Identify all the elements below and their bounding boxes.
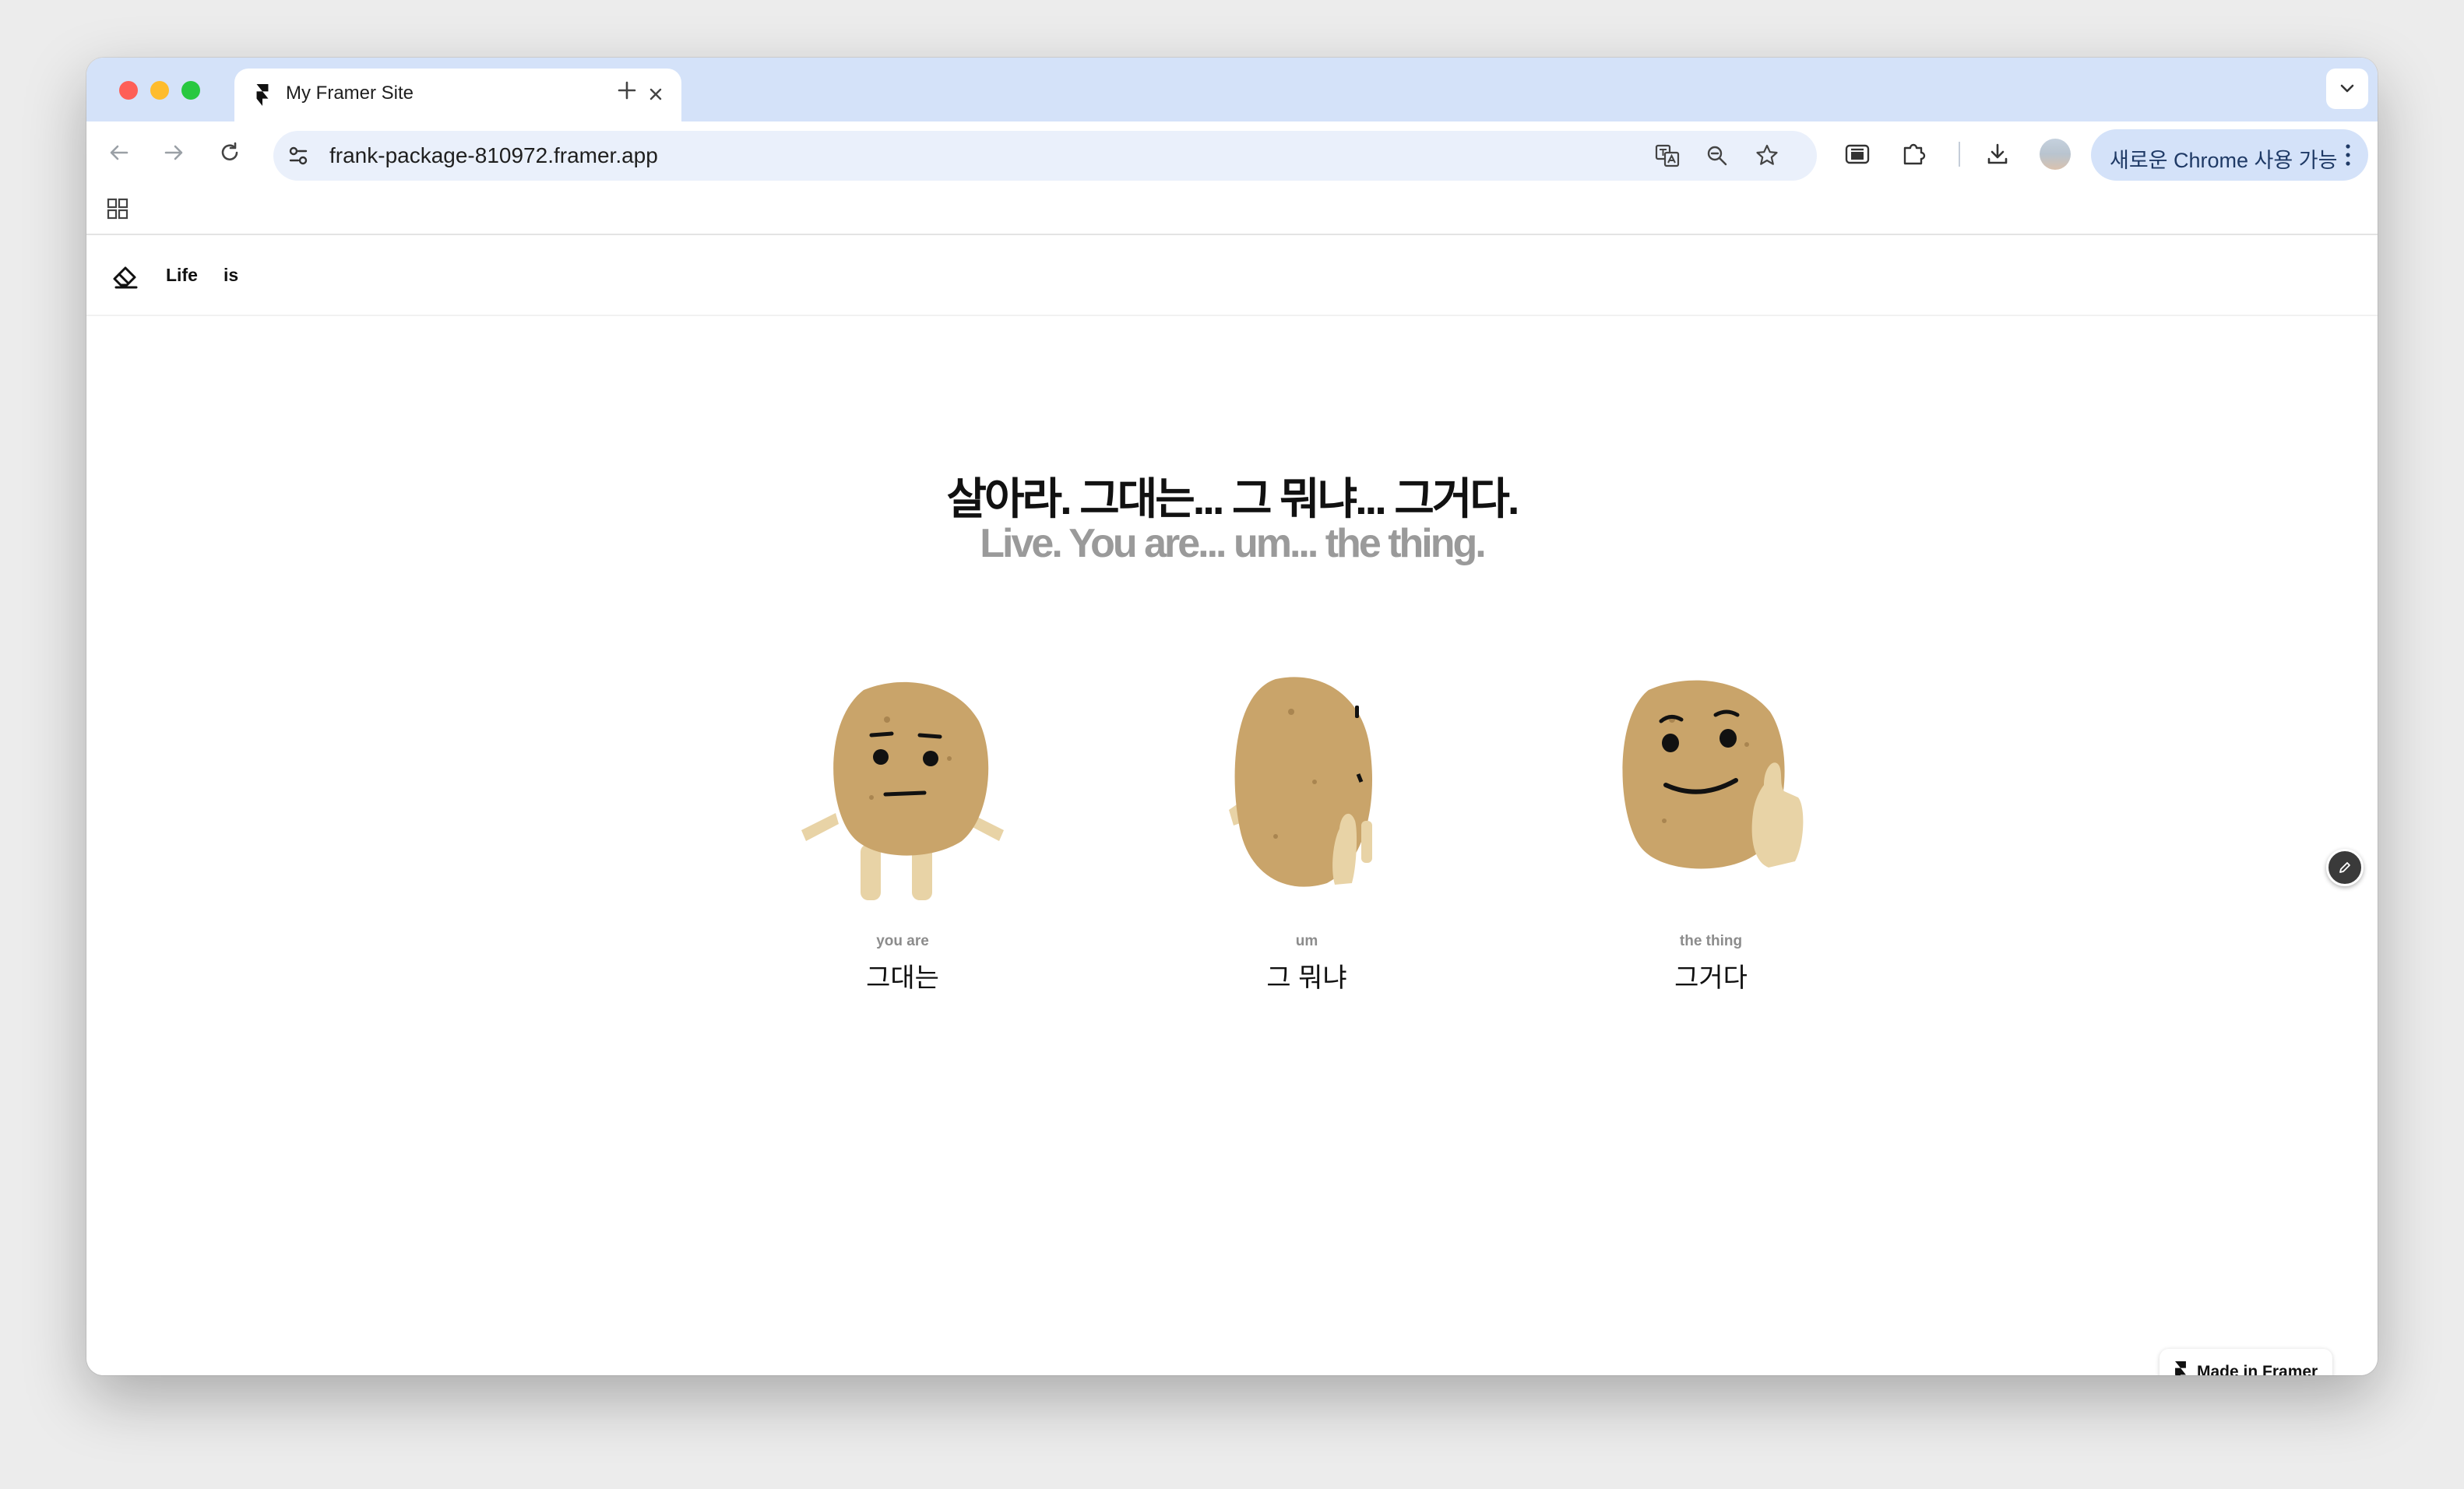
profile-avatar[interactable]: [2040, 139, 2071, 170]
framer-icon: [2175, 1361, 2186, 1375]
nav-link-is[interactable]: is: [224, 265, 238, 286]
made-in-framer-label: Made in Framer: [2197, 1363, 2318, 1375]
edit-content-button[interactable]: [2326, 849, 2364, 886]
download-icon[interactable]: [1982, 139, 2013, 170]
media-router-icon[interactable]: [1842, 139, 1873, 170]
chevron-down-icon: [2340, 84, 2354, 93]
card-caption-english: the thing: [1679, 933, 1743, 949]
tab-search-button[interactable]: [2326, 69, 2368, 109]
bookmark-star-icon[interactable]: [1753, 142, 1781, 170]
more-vertical-icon[interactable]: [2342, 142, 2354, 168]
potato-character-thumbs-up-image: [1622, 680, 1804, 869]
framer-icon: [256, 84, 269, 106]
tab-title: My Framer Site: [286, 83, 414, 104]
browser-window: My Framer Site frank-package-810972.fram…: [86, 58, 2378, 1375]
pencil-icon: [2339, 862, 2350, 873]
extensions-puzzle-icon[interactable]: [1898, 139, 1929, 170]
card-caption-english: um: [1295, 933, 1318, 949]
new-tab-plus-icon[interactable]: [610, 73, 644, 107]
reload-icon[interactable]: [214, 137, 245, 168]
site-navbar: Life is: [86, 237, 2378, 316]
zoom-icon[interactable]: [1703, 142, 1731, 170]
potato-character-side-image: [1229, 677, 1373, 887]
made-in-framer-badge[interactable]: Made in Framer: [2160, 1349, 2332, 1375]
address-bar[interactable]: frank-package-810972.framer.app: [273, 131, 1817, 181]
nav-link-life[interactable]: Life: [166, 265, 198, 286]
hero-heading: 살아라. 그대는... 그 뭐냐... 그거다. Live. You are..…: [86, 474, 2378, 566]
character-card-the-thing: the thing 그거다: [1547, 657, 1874, 1016]
hero-title-korean: 살아라. 그대는... 그 뭐냐... 그거다.: [946, 474, 1520, 523]
card-caption-korean: 그거다: [1674, 963, 1748, 993]
card-caption-korean: 그 뭐냐: [1266, 963, 1347, 993]
site-settings-icon[interactable]: [283, 140, 314, 171]
apps-grid-icon[interactable]: [104, 195, 132, 223]
hero-title-english: Live. You are... um... the thing.: [980, 521, 1486, 566]
update-label: 새로운 Chrome 사용 가능: [2110, 149, 2338, 172]
back-arrow-icon[interactable]: [104, 137, 135, 168]
chrome-update-button[interactable]: 새로운 Chrome 사용 가능: [2091, 129, 2368, 181]
forward-arrow-icon[interactable]: [158, 137, 189, 168]
eraser-logo-icon[interactable]: [110, 260, 141, 291]
tab-strip: My Framer Site: [86, 58, 2378, 121]
toolbar-divider: [1959, 142, 1960, 167]
translate-icon[interactable]: [1653, 142, 1681, 170]
card-caption-korean: 그대는: [866, 963, 939, 993]
card-caption-english: you are: [876, 933, 929, 949]
bookmarks-bar: [86, 184, 2378, 235]
browser-toolbar: frank-package-810972.framer.app 새로운 Chro…: [86, 121, 2378, 184]
character-card-you-are: you are 그대는: [739, 657, 1066, 1016]
minimize-window-button[interactable]: [150, 81, 169, 100]
potato-character-front-image: [801, 681, 1004, 900]
close-icon[interactable]: [642, 81, 669, 107]
character-card-um: um 그 뭐냐: [1143, 657, 1470, 1016]
close-window-button[interactable]: [119, 81, 138, 100]
maximize-window-button[interactable]: [181, 81, 200, 100]
web-page: Life is 살아라. 그대는... 그 뭐냐... 그거다. Live. Y…: [86, 237, 2378, 1375]
url-text[interactable]: frank-package-810972.framer.app: [329, 143, 658, 168]
